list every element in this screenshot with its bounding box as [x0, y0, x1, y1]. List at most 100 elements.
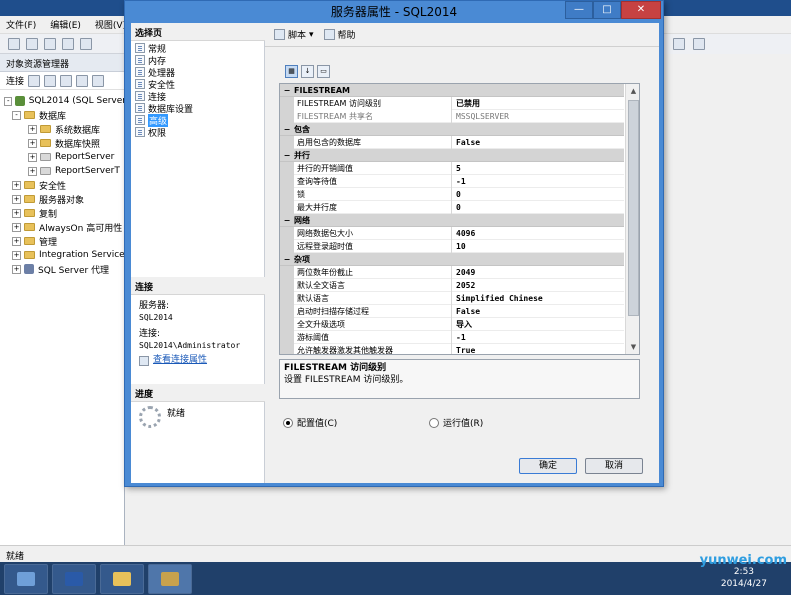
collapse-icon[interactable]: −: [280, 216, 294, 225]
properties-icon[interactable]: [673, 38, 685, 50]
property-row[interactable]: 最大并行度 0: [280, 200, 624, 214]
property-row[interactable]: 两位数年份截止 2049: [280, 265, 624, 279]
tree-node[interactable]: + 服务器对象: [4, 192, 126, 206]
ssms-taskbar-button[interactable]: [148, 563, 192, 594]
tree-node[interactable]: + 数据库快照: [4, 136, 126, 150]
menu-file[interactable]: 文件(F): [6, 18, 36, 31]
filter-icon[interactable]: [76, 74, 89, 87]
tree-node[interactable]: + ReportServer: [4, 150, 126, 164]
property-value[interactable]: 5: [452, 162, 624, 175]
property-row[interactable]: 全文升级选项 导入: [280, 317, 624, 331]
scrollbar-thumb[interactable]: [628, 100, 639, 316]
property-value[interactable]: -1: [452, 331, 624, 344]
property-value[interactable]: 0: [452, 188, 624, 201]
server-manager-button[interactable]: [4, 563, 48, 594]
property-value[interactable]: False: [452, 305, 624, 318]
connect-button[interactable]: 连接: [6, 74, 24, 87]
tree-node[interactable]: + Integration Service: [4, 248, 126, 262]
property-grid-scrollbar[interactable]: ▲ ▼: [625, 84, 639, 354]
property-row[interactable]: 网络数据包大小 4096: [280, 226, 624, 240]
tree-node[interactable]: + AlwaysOn 高可用性: [4, 220, 126, 234]
tree-node[interactable]: - SQL2014 (SQL Server: [4, 94, 126, 108]
property-value[interactable]: 0: [452, 201, 624, 214]
collapse-icon[interactable]: −: [280, 151, 294, 160]
page-item-database-settings[interactable]: 数据库设置: [135, 102, 193, 115]
page-item-memory[interactable]: 内存: [135, 54, 166, 67]
page-item-processors[interactable]: 处理器: [135, 66, 175, 79]
sort-alphabetical-icon[interactable]: ↓: [301, 65, 314, 78]
ok-button[interactable]: 确定: [519, 458, 577, 474]
property-value[interactable]: 2052: [452, 279, 624, 292]
page-item-advanced[interactable]: 高级: [135, 113, 169, 127]
property-row[interactable]: 游标阈值 -1: [280, 330, 624, 344]
script-button[interactable]: 脚本 ▾: [271, 27, 317, 42]
expand-icon[interactable]: +: [28, 152, 37, 162]
category-row[interactable]: − 杂项: [280, 253, 624, 266]
tree-node[interactable]: + 管理: [4, 234, 126, 248]
refresh-icon[interactable]: [92, 74, 105, 87]
close-button[interactable]: ✕: [621, 1, 661, 19]
category-row[interactable]: − 并行: [280, 149, 624, 162]
menu-edit[interactable]: 编辑(E): [50, 18, 81, 31]
tree-node[interactable]: + 安全性: [4, 178, 126, 192]
maximize-button[interactable]: □: [593, 1, 621, 19]
property-pages-icon[interactable]: ▭: [317, 65, 330, 78]
property-row[interactable]: 锁0: [280, 187, 624, 201]
collapse-icon[interactable]: -: [4, 96, 13, 106]
collapse-icon[interactable]: −: [280, 255, 294, 264]
expand-icon[interactable]: +: [12, 180, 21, 190]
save-icon[interactable]: [62, 37, 74, 50]
stop-icon[interactable]: [60, 74, 73, 87]
running-values-radio[interactable]: 运行值(R): [429, 416, 483, 429]
new-query-icon[interactable]: [8, 37, 20, 50]
property-value[interactable]: 10: [452, 240, 624, 253]
connect-icon[interactable]: [28, 74, 41, 87]
tree-node[interactable]: + 复制: [4, 206, 126, 220]
collapse-icon[interactable]: −: [280, 125, 294, 134]
property-value[interactable]: True: [452, 344, 624, 355]
system-clock[interactable]: 2:53 2014/4/27: [721, 566, 767, 590]
toolbar-options-icon[interactable]: [693, 38, 705, 50]
expand-icon[interactable]: +: [12, 222, 21, 232]
expand-icon[interactable]: +: [12, 208, 21, 218]
expand-icon[interactable]: +: [12, 236, 21, 246]
property-value[interactable]: -1: [452, 175, 624, 188]
expand-icon[interactable]: +: [12, 250, 21, 260]
property-value[interactable]: False: [452, 136, 624, 149]
collapse-icon[interactable]: −: [280, 86, 294, 95]
save-all-icon[interactable]: [80, 37, 92, 50]
property-row[interactable]: FILESTREAM 访问级别 已禁用: [280, 96, 624, 110]
category-row[interactable]: − 网络: [280, 214, 624, 227]
page-item-general[interactable]: 常规: [135, 42, 166, 55]
tree-node[interactable]: + SQL Server 代理: [4, 262, 126, 276]
powershell-button[interactable]: [52, 563, 96, 594]
expand-icon[interactable]: +: [28, 166, 37, 176]
expand-icon[interactable]: +: [28, 138, 37, 148]
collapse-icon[interactable]: -: [12, 110, 21, 120]
property-row[interactable]: FILESTREAM 共享名 MSSQLSERVER: [280, 109, 624, 123]
expand-icon[interactable]: +: [28, 124, 37, 134]
property-value[interactable]: 4096: [452, 227, 624, 240]
property-row[interactable]: 启动时扫描存储过程 False: [280, 304, 624, 318]
view-connection-properties-link[interactable]: 查看连接属性: [153, 355, 207, 366]
cancel-button[interactable]: 取消: [585, 458, 643, 474]
categorized-icon[interactable]: ▦: [285, 65, 298, 78]
property-value[interactable]: Simplified Chinese: [452, 292, 624, 305]
configured-values-radio[interactable]: 配置值(C): [283, 416, 429, 429]
page-item-permissions[interactable]: 权限: [135, 126, 166, 139]
page-item-connections[interactable]: 连接: [135, 90, 166, 103]
file-explorer-button[interactable]: [100, 563, 144, 594]
disconnect-icon[interactable]: [44, 74, 57, 87]
expand-icon[interactable]: +: [12, 194, 21, 204]
expand-icon[interactable]: +: [12, 264, 21, 274]
property-value[interactable]: 2049: [452, 266, 624, 279]
property-row[interactable]: 默认全文语言 2052: [280, 278, 624, 292]
tree-node[interactable]: - 数据库: [4, 108, 126, 122]
scroll-down-icon[interactable]: ▼: [626, 340, 639, 354]
property-row[interactable]: 并行的开销阈值 5: [280, 161, 624, 175]
scroll-up-icon[interactable]: ▲: [626, 84, 639, 98]
tree-node[interactable]: + ReportServerT: [4, 164, 126, 178]
property-row[interactable]: 远程登录超时值 10: [280, 239, 624, 253]
property-row[interactable]: 查询等待值 -1: [280, 174, 624, 188]
property-value[interactable]: 已禁用: [452, 97, 624, 110]
